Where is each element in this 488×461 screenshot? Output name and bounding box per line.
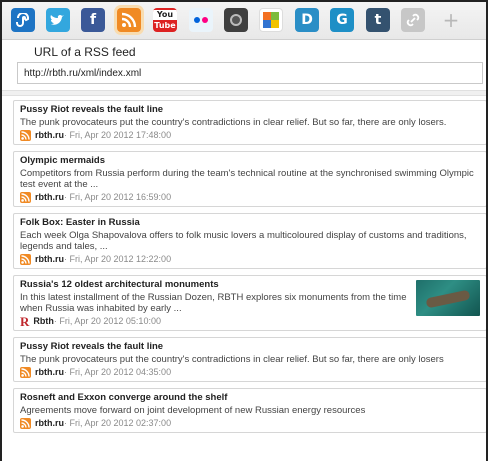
rss-icon [20,254,31,265]
stumbleupon-icon[interactable] [11,8,35,32]
feed-item-date: · Fri, Apr 20 2012 05:10:00 [53,316,161,326]
feed-item-meta: rbth.ru · Fri, Apr 20 2012 17:48:00 [20,130,480,141]
flickr-icon[interactable] [189,8,213,32]
feed-item[interactable]: Olympic mermaids Competitors from Russia … [13,151,486,207]
rss-icon [20,130,31,141]
feed-item[interactable]: Russia's 12 oldest architectural monumen… [13,275,486,331]
rss-widget: f YouTube DGt + URL of a RSS feed Pussy Rio… [0,0,488,461]
feed-item-meta: rbth.ru · Fri, Apr 20 2012 02:37:00 [20,418,480,429]
rss-icon [20,367,31,378]
youtube-icon[interactable]: You Tube [153,8,177,32]
feed-item-meta: rbth.ru · Fri, Apr 20 2012 04:35:00 [20,367,480,378]
feed-item[interactable]: Folk Box: Easter in Russia Each week Olga… [13,213,486,269]
feed-item-description: Agreements move forward on joint develop… [20,405,366,416]
rss-icon [20,418,31,429]
feed-item-description: Each week Olga Shapovalova offers to fol… [20,230,467,252]
twitter-icon[interactable] [46,8,70,32]
feed-item-date: · Fri, Apr 20 2012 17:48:00 [64,130,172,140]
digg-icon[interactable]: D [295,8,319,32]
feed-item-meta: rbth.ru · Fri, Apr 20 2012 16:59:00 [20,192,480,203]
service-toolbar: f You Tube D Gt + [2,2,486,40]
feed-item-description: The punk provocateurs put the country's … [20,354,444,365]
feed-item-meta: rbth.ru · Fri, Apr 20 2012 12:22:00 [20,254,480,265]
add-icon[interactable]: + [439,8,463,32]
feed-item-title[interactable]: Russia's 12 oldest architectural monumen… [20,279,480,291]
feed-item-source[interactable]: rbth.ru [35,192,64,203]
feed-item-meta: R Rbth · Fri, Apr 20 2012 05:10:00 [20,314,480,329]
feed-item-description: In this latest installment of the Russia… [20,292,407,314]
url-label: URL of a RSS feed [34,45,136,59]
feed-item-title[interactable]: Pussy Riot reveals the fault line [20,341,480,353]
rss-icon[interactable] [117,8,141,32]
google-icon[interactable]: G [330,8,354,32]
delicious-icon[interactable] [259,8,283,32]
tumblr-icon[interactable]: t [366,8,390,32]
feed-item-thumbnail[interactable] [416,280,480,316]
feed-item-date: · Fri, Apr 20 2012 16:59:00 [64,192,172,202]
feed-item-date: · Fri, Apr 20 2012 02:37:00 [64,418,172,428]
feed-item[interactable]: Pussy Riot reveals the fault line The pun… [13,337,486,382]
feed-item[interactable]: Rosneft and Exxon converge around the sh… [13,388,486,433]
feed-item-title[interactable]: Pussy Riot reveals the fault line [20,104,480,116]
instagram-icon[interactable] [224,8,248,32]
feed-item-source[interactable]: Rbth [33,316,54,327]
feed-item-date: · Fri, Apr 20 2012 04:35:00 [64,367,172,377]
feed-item[interactable]: Pussy Riot reveals the fault line The pun… [13,100,486,145]
rbth-logo-icon: R [20,314,30,329]
feed-item-source[interactable]: rbth.ru [35,367,64,378]
feed-item-source[interactable]: rbth.ru [35,130,64,141]
feed-item-date: · Fri, Apr 20 2012 12:22:00 [64,254,172,264]
feed-item-title[interactable]: Olympic mermaids [20,155,480,167]
feed-list: Pussy Riot reveals the fault line The pun… [13,100,486,439]
feed-item-description: The punk provocateurs put the country's … [20,117,447,128]
feed-item-source[interactable]: rbth.ru [35,254,64,265]
feed-item-description: Competitors from Russia perform during t… [20,168,474,190]
url-panel: URL of a RSS feed [2,40,486,90]
rss-icon [20,192,31,203]
feed-item-source[interactable]: rbth.ru [35,418,64,429]
feed-item-title[interactable]: Rosneft and Exxon converge around the sh… [20,392,480,404]
feed-item-title[interactable]: Folk Box: Easter in Russia [20,217,480,229]
link-icon[interactable] [401,8,425,32]
divider [2,90,486,96]
rss-url-input[interactable] [17,62,483,84]
facebook-icon[interactable]: f [81,8,105,32]
